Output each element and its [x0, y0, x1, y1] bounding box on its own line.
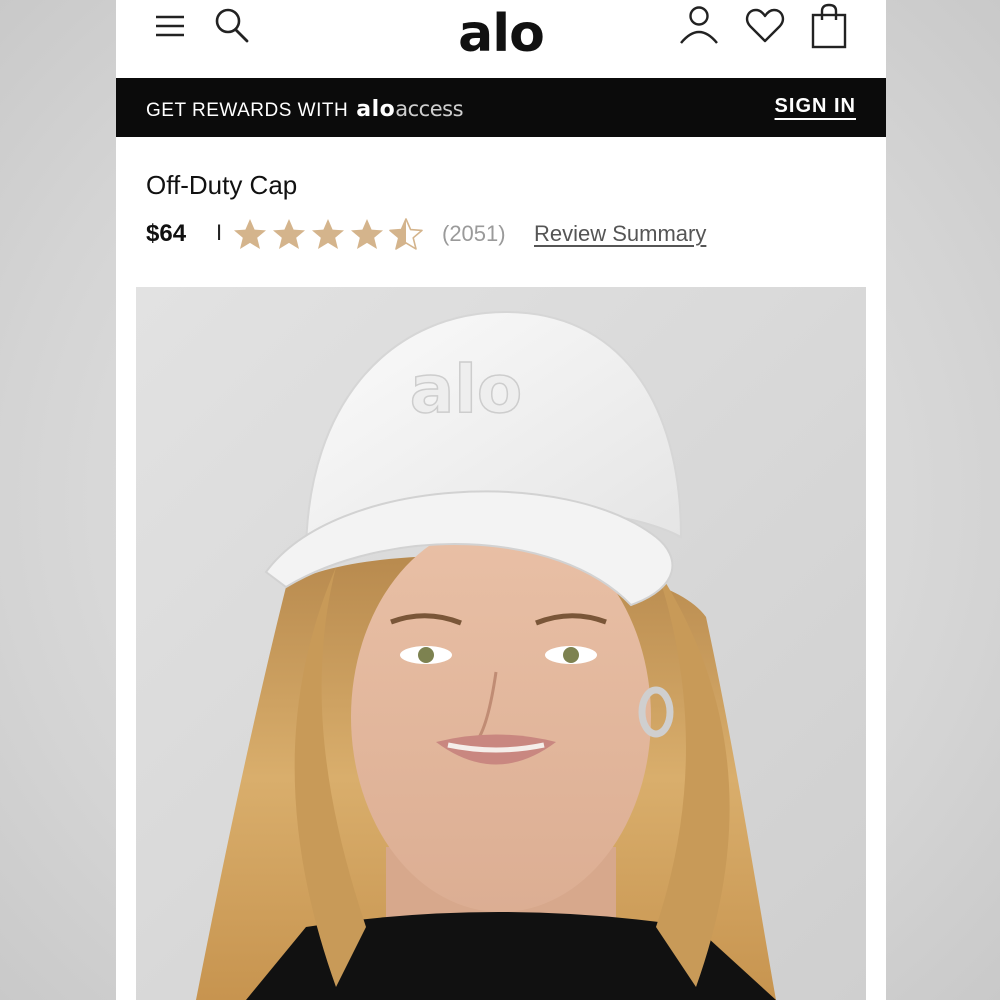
separator: I [216, 220, 223, 245]
product-title: Off-Duty Cap [146, 170, 298, 200]
star-icon [273, 219, 305, 249]
price-rating-row: $64 I (2051) Review Summary [146, 218, 866, 258]
star-icon [312, 219, 344, 249]
half-star-icon [389, 218, 423, 250]
star-icon [234, 219, 266, 249]
wishlist-icon[interactable] [744, 6, 786, 46]
site-header: alo [116, 0, 886, 78]
rewards-prefix: GET REWARDS WITH [146, 100, 349, 121]
cap-logo: alo [410, 351, 523, 428]
review-summary-link[interactable]: Review Summary [534, 221, 706, 247]
account-icon[interactable] [678, 4, 720, 46]
star-rating[interactable] [232, 217, 432, 253]
sign-in-link[interactable]: SIGN IN [775, 95, 856, 118]
alo-access-brand-light: access [395, 97, 464, 121]
rewards-text: GET REWARDS WITH aloaccess [146, 97, 464, 122]
rewards-banner: GET REWARDS WITH aloaccess SIGN IN [116, 78, 886, 137]
phone-screen: alo GET REWARDS WITH aloaccess SIGN IN Of… [116, 0, 886, 1000]
review-count: (2051) [442, 221, 506, 246]
product-price: $64 [146, 220, 187, 247]
alo-access-brand-bold: alo [356, 97, 396, 122]
shopping-bag-icon[interactable] [810, 2, 848, 50]
star-icon [351, 219, 383, 249]
product-image[interactable]: alo [136, 287, 866, 1000]
